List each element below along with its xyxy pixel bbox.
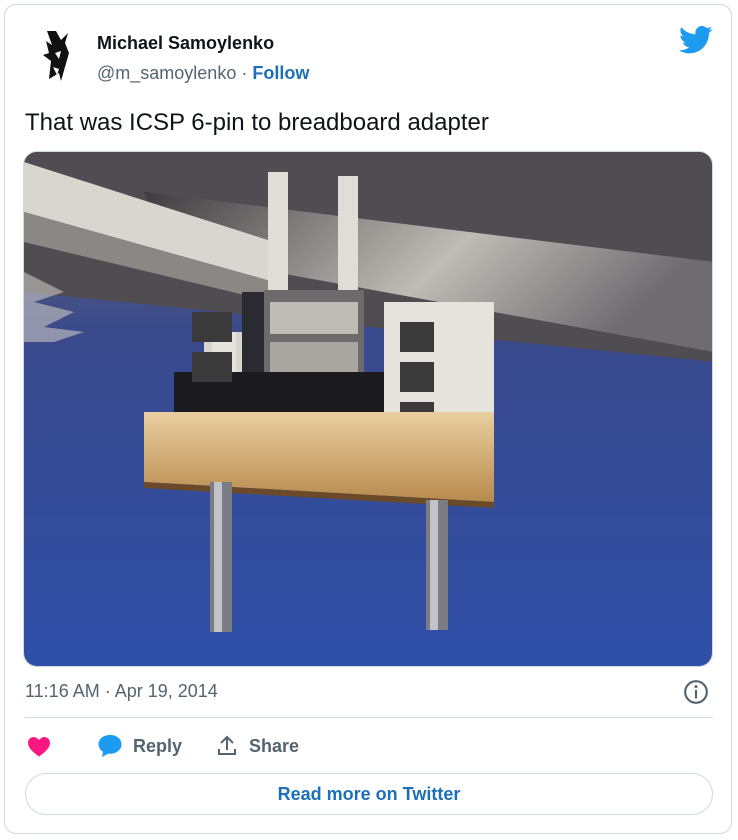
author-handle[interactable]: @m_samoylenko bbox=[97, 63, 236, 83]
reply-label: Reply bbox=[133, 735, 183, 756]
tweet-timestamp[interactable]: 11:16 AM · Apr 19, 2014 bbox=[25, 681, 218, 702]
follow-link[interactable]: Follow bbox=[252, 63, 309, 83]
like-button[interactable] bbox=[27, 731, 61, 761]
avatar-fox-icon bbox=[25, 23, 89, 87]
handle-separator: · bbox=[236, 63, 253, 83]
tweet-text: That was ICSP 6-pin to breadboard adapte… bbox=[25, 109, 489, 136]
read-more-button[interactable]: Read more on Twitter bbox=[25, 773, 713, 815]
share-button[interactable]: Share bbox=[215, 731, 299, 761]
twitter-bird-icon[interactable] bbox=[679, 25, 713, 55]
adapter-photo bbox=[24, 152, 712, 666]
tweet-photo[interactable] bbox=[23, 151, 713, 667]
avatar[interactable] bbox=[25, 23, 89, 87]
reply-button[interactable]: Reply bbox=[97, 731, 182, 761]
info-icon[interactable] bbox=[683, 679, 709, 705]
tweet-card: Michael Samoylenko @m_samoylenko · Follo… bbox=[4, 4, 732, 834]
share-label: Share bbox=[249, 735, 300, 756]
heart-icon bbox=[28, 737, 50, 757]
speech-bubble-icon bbox=[98, 735, 122, 757]
author-handle-row: @m_samoylenko · Follow bbox=[97, 63, 309, 84]
upload-icon bbox=[218, 735, 236, 755]
author-name[interactable]: Michael Samoylenko bbox=[97, 33, 274, 54]
divider bbox=[25, 717, 713, 718]
